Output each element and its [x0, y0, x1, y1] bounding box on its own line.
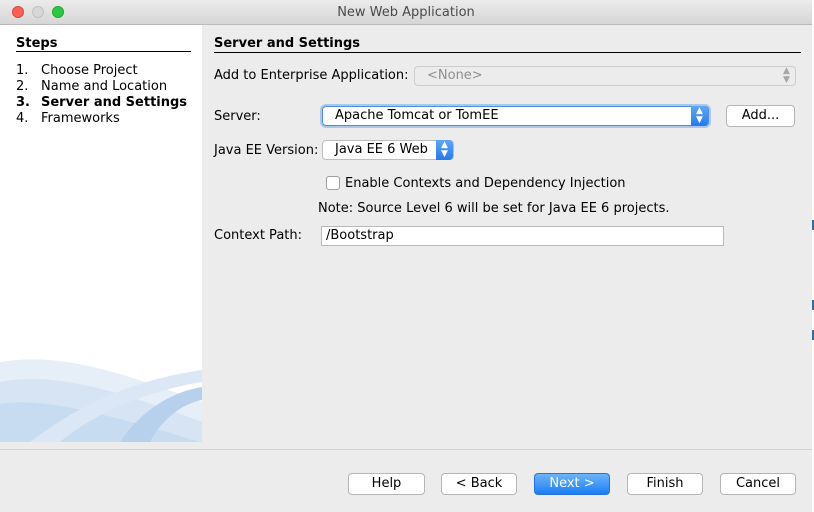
enterprise-application-value: <None> [427, 68, 483, 83]
title-bar[interactable]: New Web Application [0, 0, 812, 25]
footer-divider [0, 449, 812, 450]
step-number: 2. [16, 79, 29, 94]
panel-heading: Server and Settings [214, 36, 361, 51]
steps-list: 1. Choose Project 2. Name and Location 3. S… [16, 63, 187, 127]
step-number: 3. [16, 95, 30, 110]
enterprise-application-select: <None> ▲ ▼ [414, 66, 796, 86]
add-server-button[interactable]: Add... [726, 105, 795, 127]
context-path-field[interactable]: /Bootstrap [321, 226, 724, 246]
enterprise-application-label: Add to Enterprise Application: [214, 68, 409, 83]
server-value: Apache Tomcat or TomEE [335, 108, 499, 123]
steps-divider [16, 51, 191, 52]
updown-arrows-icon: ▲ ▼ [691, 106, 708, 126]
cdi-checkbox-label[interactable]: Enable Contexts and Dependency Injection [345, 176, 626, 191]
next-button[interactable]: Next > [534, 473, 610, 495]
back-button[interactable]: < Back [441, 473, 517, 495]
dialog-window: New Web Application Steps 1. Choose Proje… [0, 0, 812, 512]
cdi-checkbox[interactable] [326, 176, 340, 190]
updown-arrows-icon: ▲ ▼ [783, 66, 790, 85]
context-path-value: /Bootstrap [326, 228, 394, 243]
java-ee-version-value: Java EE 6 Web [335, 142, 428, 157]
step-number: 4. [16, 111, 29, 126]
java-ee-version-select[interactable]: Java EE 6 Web ▲ ▼ [322, 140, 454, 160]
step-label: Server and Settings [41, 95, 188, 110]
step-item-current: 3. Server and Settings [16, 95, 187, 111]
step-number: 1. [16, 63, 29, 78]
help-button[interactable]: Help [348, 473, 425, 495]
updown-arrows-icon: ▲ ▼ [436, 140, 453, 160]
server-label: Server: [214, 109, 261, 124]
step-label: Frameworks [41, 111, 120, 126]
steps-heading: Steps [16, 36, 58, 51]
step-label: Name and Location [41, 79, 168, 94]
window-title: New Web Application [337, 5, 475, 20]
context-path-label: Context Path: [214, 228, 302, 243]
step-item: 4. Frameworks [16, 111, 187, 127]
panel-heading-divider [214, 52, 801, 53]
step-item: 1. Choose Project [16, 63, 187, 79]
finish-button[interactable]: Finish [627, 473, 703, 495]
step-label: Choose Project [41, 63, 138, 78]
steps-panel: Steps 1. Choose Project 2. Name and Locati… [0, 25, 202, 442]
java-ee-version-label: Java EE Version: [214, 143, 319, 158]
wizard-decoration-graphic [0, 359, 202, 442]
source-level-note: Note: Source Level 6 will be set for Jav… [318, 201, 670, 216]
server-select[interactable]: Apache Tomcat or TomEE ▲ ▼ [322, 106, 709, 126]
cancel-button[interactable]: Cancel [720, 473, 796, 495]
step-item: 2. Name and Location [16, 79, 187, 95]
